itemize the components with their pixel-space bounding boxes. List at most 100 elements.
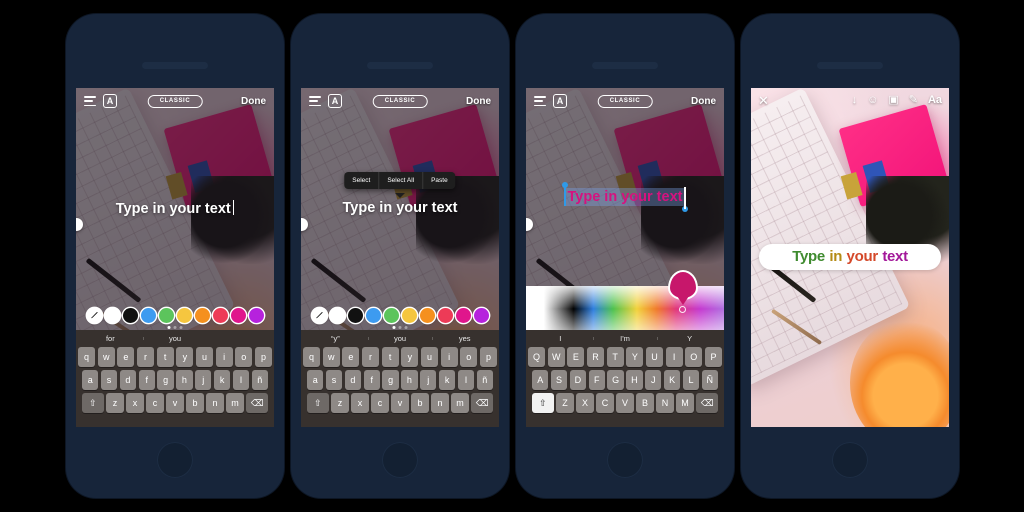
keyboard-1[interactable]: for you qwertyuiop asdfghjklñ ⇧ z x c v b n m ⌫ (76, 330, 274, 427)
suggestion-2[interactable]: yes (432, 334, 497, 343)
key-x[interactable]: x (351, 393, 369, 413)
align-menu-icon[interactable] (84, 96, 96, 106)
key-enye[interactable]: ñ (476, 370, 493, 390)
suggestion-bar-3[interactable]: I I'm Y (528, 330, 722, 347)
story-text-1[interactable]: Type in your text (76, 200, 274, 217)
key-u[interactable]: U (645, 347, 664, 367)
key-e[interactable]: E (567, 347, 585, 367)
font-classic-button[interactable]: CLASSIC (597, 94, 653, 108)
home-button[interactable] (607, 442, 643, 478)
shift-key-active[interactable]: ⇧ (531, 393, 554, 413)
download-icon[interactable]: ↓ (852, 94, 858, 106)
swatch-green[interactable] (158, 307, 174, 323)
text-style-a-icon[interactable]: A (553, 94, 567, 108)
text-aa-icon[interactable]: Aa (928, 94, 942, 106)
swatch-eyedropper[interactable] (86, 307, 102, 323)
key-enye[interactable]: ñ (251, 370, 268, 390)
swatch-orange[interactable] (419, 307, 435, 323)
swatch-red[interactable] (212, 307, 228, 323)
swatch-eyedropper[interactable] (311, 307, 327, 323)
suggestion-0[interactable]: I (528, 334, 593, 343)
selected-text-wrapper[interactable]: Type in your text (526, 182, 724, 212)
text-style-a-icon[interactable]: A (103, 94, 117, 108)
color-picker-pin[interactable] (668, 270, 698, 300)
key-a[interactable]: a (82, 370, 99, 390)
key-l[interactable]: l (457, 370, 475, 390)
key-b[interactable]: b (411, 393, 429, 413)
key-h[interactable]: H (626, 370, 643, 390)
key-z[interactable]: Z (556, 393, 574, 413)
key-i[interactable]: i (440, 347, 458, 367)
swatch-blue[interactable] (140, 307, 156, 323)
font-classic-button[interactable]: CLASSIC (147, 94, 203, 108)
keyboard-2[interactable]: “y” you yes qwertyuiop asdfghjklñ ⇧ z x c v b… (301, 330, 499, 427)
key-m[interactable]: m (226, 393, 244, 413)
key-c[interactable]: c (146, 393, 164, 413)
key-d[interactable]: d (119, 370, 137, 390)
close-icon[interactable]: ✕ (758, 94, 769, 107)
key-n[interactable]: n (206, 393, 224, 413)
color-picker-ring[interactable] (679, 306, 686, 313)
key-o[interactable]: o (460, 347, 478, 367)
suggestion-1[interactable]: I'm (592, 334, 658, 343)
home-button[interactable] (382, 442, 418, 478)
key-b[interactable]: b (186, 393, 204, 413)
key-v[interactable]: v (166, 393, 184, 413)
swatch-orange[interactable] (194, 307, 210, 323)
suggestion-bar-2[interactable]: “y” you yes (303, 330, 497, 347)
sticker-smiley-icon[interactable]: ☺ (867, 94, 878, 106)
swatch-blue[interactable] (365, 307, 381, 323)
shift-key[interactable]: ⇧ (306, 393, 329, 413)
swatch-black[interactable] (122, 307, 138, 323)
key-r[interactable]: r (136, 347, 155, 367)
key-u[interactable]: u (420, 347, 439, 367)
key-z[interactable]: z (106, 393, 124, 413)
keyboard-3[interactable]: I I'm Y QWERTYUIOP ASDFGHJKLÑ ⇧ Z X C V B N M ⌫ (526, 330, 724, 427)
ctx-select[interactable]: Select (344, 172, 378, 189)
swatch-magenta[interactable] (230, 307, 246, 323)
key-c[interactable]: c (371, 393, 389, 413)
key-p[interactable]: p (479, 347, 498, 367)
key-e[interactable]: e (342, 347, 360, 367)
key-r[interactable]: R (586, 347, 605, 367)
key-a[interactable]: A (532, 370, 549, 390)
key-t[interactable]: t (156, 347, 174, 367)
key-u[interactable]: u (195, 347, 214, 367)
backspace-key[interactable]: ⌫ (696, 393, 719, 413)
key-p[interactable]: p (254, 347, 273, 367)
key-a[interactable]: a (307, 370, 324, 390)
done-button-2[interactable]: Done (466, 96, 491, 107)
key-x[interactable]: X (576, 393, 594, 413)
suggestion-0[interactable]: “y” (303, 334, 368, 343)
key-z[interactable]: z (331, 393, 349, 413)
ctx-paste[interactable]: Paste (422, 172, 456, 189)
key-i[interactable]: I (665, 347, 683, 367)
swatch-white[interactable] (329, 307, 345, 323)
key-n[interactable]: n (431, 393, 449, 413)
key-k[interactable]: K (663, 370, 681, 390)
key-c[interactable]: C (596, 393, 614, 413)
key-m[interactable]: m (451, 393, 469, 413)
suggestion-1[interactable]: you (142, 334, 208, 343)
swatch-white[interactable] (104, 307, 120, 323)
done-button-1[interactable]: Done (241, 96, 266, 107)
suggestion-1[interactable]: you (367, 334, 433, 343)
key-j[interactable]: j (420, 370, 437, 390)
suggestion-bar-1[interactable]: for you (78, 330, 272, 347)
key-v[interactable]: V (616, 393, 634, 413)
align-menu-icon[interactable] (309, 96, 321, 106)
key-y[interactable]: y (401, 347, 419, 367)
key-t[interactable]: t (381, 347, 399, 367)
swatch-red[interactable] (437, 307, 453, 323)
key-n[interactable]: N (656, 393, 674, 413)
backspace-key[interactable]: ⌫ (246, 393, 269, 413)
key-k[interactable]: k (213, 370, 231, 390)
key-h[interactable]: h (176, 370, 193, 390)
color-swatch-row-1[interactable] (76, 300, 274, 330)
story-text-sticker[interactable]: Type in your text (759, 244, 941, 270)
key-q[interactable]: q (302, 347, 321, 367)
key-y[interactable]: y (176, 347, 194, 367)
key-s[interactable]: s (325, 370, 343, 390)
key-o[interactable]: O (685, 347, 703, 367)
key-l[interactable]: l (232, 370, 250, 390)
